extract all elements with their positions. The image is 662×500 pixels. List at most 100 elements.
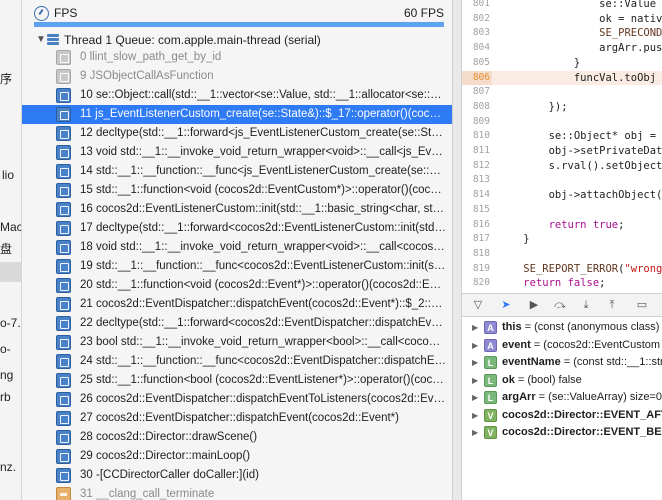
disclosure-triangle-icon[interactable]: ▶ bbox=[472, 389, 478, 406]
code-line[interactable]: 806 funcVal.toObj bbox=[462, 70, 662, 86]
stack-frame-row[interactable]: 0 llint_slow_path_get_by_id bbox=[22, 48, 452, 67]
disclosure-triangle-icon[interactable]: ▶ bbox=[472, 372, 478, 389]
code-line[interactable]: 802 ok = nativ bbox=[462, 12, 662, 27]
code-line[interactable]: 813 bbox=[462, 173, 662, 188]
stack-frame-row[interactable]: 12 decltype(std::__1::forward<js_EventLi… bbox=[22, 124, 452, 143]
variable-row[interactable]: ▶ Vcocos2d::Director::EVENT_AFTER_DRAW bbox=[462, 407, 662, 424]
code-line[interactable]: 803 SE_PRECOND bbox=[462, 26, 662, 41]
thread-row[interactable]: ▼ Thread 1 Queue: com.apple.main-thread … bbox=[22, 30, 452, 50]
stack-frame-icon bbox=[56, 50, 71, 65]
disclosure-triangle-icon[interactable]: ▶ bbox=[472, 337, 478, 354]
stack-frame-row[interactable]: 30 -[CCDirectorCaller doCaller:](id) bbox=[22, 466, 452, 485]
line-number: 812 bbox=[472, 159, 490, 171]
stack-frame-row[interactable]: 17 decltype(std::__1::forward<cocos2d::E… bbox=[22, 219, 452, 238]
stack-frame-icon bbox=[56, 373, 71, 388]
stack-frame-row[interactable]: 19 std::__1::__function::__func<cocos2d:… bbox=[22, 257, 452, 276]
stack-frame-row[interactable]: 18 void std::__1::__invoke_void_return_w… bbox=[22, 238, 452, 257]
sidebar-item-label: 盘 bbox=[0, 242, 13, 256]
stack-frame-row[interactable]: 31 __clang_call_terminate bbox=[22, 485, 452, 500]
code-line[interactable]: 805 } bbox=[462, 56, 662, 71]
sidebar-selected-row[interactable] bbox=[0, 262, 21, 282]
variable-kind-badge: V bbox=[484, 426, 497, 439]
view-hierarchy-icon[interactable]: ▭ bbox=[634, 298, 650, 312]
disclosure-triangle-icon[interactable]: ▶ bbox=[472, 407, 478, 424]
disclosure-triangle-icon[interactable]: ▶ bbox=[472, 354, 478, 371]
line-number: 808 bbox=[472, 100, 490, 112]
code-line[interactable]: 815 bbox=[462, 203, 662, 218]
variable-row[interactable]: ▶ Vcocos2d::Director::EVENT_BEFORE_DRAW bbox=[462, 424, 662, 441]
variable-row[interactable]: ▶ Athis = (const (anonymous class) *) bbox=[462, 319, 662, 336]
code-line[interactable]: 811 obj->setPrivateDat bbox=[462, 144, 662, 159]
stack-frame-row[interactable]: 11 js_EventListenerCustom_create(se::Sta… bbox=[22, 105, 452, 124]
code-line[interactable]: 819 SE_REPORT_ERROR("wrong bbox=[462, 262, 662, 277]
code-line[interactable]: 816 return true; bbox=[462, 218, 662, 233]
stack-frame-label: 14 std::__1::__function::__func<js_Event… bbox=[80, 165, 446, 177]
code-line[interactable]: 818 bbox=[462, 247, 662, 262]
variable-row[interactable]: ▶ LeventName = (const std::__1::string) bbox=[462, 354, 662, 371]
code-line[interactable]: 801 se::Value bbox=[462, 0, 662, 12]
variables-view: ▶ Athis = (const (anonymous class) *) ▶ Aev… bbox=[462, 317, 662, 500]
source-editor[interactable]: 801 se::Value 802 ok = nativ 803 SE_PRECON… bbox=[462, 0, 662, 293]
code-text: return true; bbox=[548, 218, 625, 231]
stack-frame-row[interactable]: 23 bool std::__1::__invoke_void_return_w… bbox=[22, 333, 452, 352]
stack-frame-label: 11 js_EventListenerCustom_create(se::Sta… bbox=[80, 108, 446, 120]
stack-frame-row[interactable]: 25 std::__1::function<bool (cocos2d::Eve… bbox=[22, 371, 452, 390]
panel-splitter[interactable] bbox=[452, 0, 462, 500]
stack-frame-row[interactable]: 14 std::__1::__function::__func<js_Event… bbox=[22, 162, 452, 181]
sidebar-item-label: lio bbox=[2, 168, 15, 182]
pause-continue-icon[interactable]: ▶ bbox=[526, 298, 542, 312]
code-line[interactable]: 814 obj->attachObject( bbox=[462, 188, 662, 203]
stack-frame-icon bbox=[56, 487, 71, 500]
disclosure-triangle-icon[interactable]: ▼ bbox=[36, 34, 46, 45]
line-number: 801 bbox=[472, 0, 490, 9]
stack-frame-icon bbox=[56, 468, 71, 483]
stack-frame-row[interactable]: 13 void std::__1::__invoke_void_return_w… bbox=[22, 143, 452, 162]
variable-name-text: cocos2d::Director::EVENT_BEFORE_DRAW bbox=[502, 426, 662, 438]
stack-frame-row[interactable]: 22 decltype(std::__1::forward<cocos2d::E… bbox=[22, 314, 452, 333]
stack-frame-row[interactable]: 20 std::__1::function<void (cocos2d::Eve… bbox=[22, 276, 452, 295]
stack-frame-row[interactable]: 26 cocos2d::EventDispatcher::dispatchEve… bbox=[22, 390, 452, 409]
stack-frame-icon bbox=[56, 88, 71, 103]
code-line[interactable]: 809 bbox=[462, 115, 662, 130]
stack-frame-row[interactable]: 9 JSObjectCallAsFunction bbox=[22, 67, 452, 86]
stack-frame-icon bbox=[56, 278, 71, 293]
fps-gauge-row[interactable]: FPS 60 FPS bbox=[22, 0, 452, 30]
code-line[interactable]: 817 } bbox=[462, 232, 662, 247]
sidebar-item-label: ng bbox=[0, 368, 14, 382]
variable-row[interactable]: ▶ Lok = (bool) false bbox=[462, 372, 662, 389]
step-over-icon[interactable]: ⤼ bbox=[552, 298, 568, 312]
variable-name-text: eventName bbox=[502, 356, 561, 368]
stack-frame-row[interactable]: 10 se::Object::call(std::__1::vector<se:… bbox=[22, 86, 452, 105]
code-line[interactable]: 810 se::Object* obj = bbox=[462, 129, 662, 144]
stack-frame-row[interactable]: 27 cocos2d::EventDispatcher::dispatchEve… bbox=[22, 409, 452, 428]
code-line[interactable]: 808 }); bbox=[462, 100, 662, 115]
variable-name-text: event bbox=[502, 338, 531, 351]
line-number: 816 bbox=[472, 218, 490, 230]
stack-frame-row[interactable]: 16 cocos2d::EventListenerCustom::init(st… bbox=[22, 200, 452, 219]
code-text: SE_REPORT_ERROR("wrong bbox=[523, 262, 662, 275]
step-out-icon[interactable]: ⤒ bbox=[604, 298, 620, 312]
variable-value: = (const std::__1::string) bbox=[563, 356, 662, 368]
code-line[interactable]: 804 argArr.pus bbox=[462, 41, 662, 56]
stack-frame-row[interactable]: 24 std::__1::__function::__func<cocos2d:… bbox=[22, 352, 452, 371]
variable-row[interactable]: ▶ LargArr = (se::ValueArray) size=0 bbox=[462, 389, 662, 406]
line-number: 811 bbox=[472, 145, 490, 156]
code-line[interactable]: 807 bbox=[462, 85, 662, 100]
step-into-icon[interactable]: ⤓ bbox=[578, 298, 594, 312]
stack-frame-row[interactable]: 21 cocos2d::EventDispatcher::dispatchEve… bbox=[22, 295, 452, 314]
stack-frame-label: 31 __clang_call_terminate bbox=[80, 488, 215, 500]
breakpoints-toggle-icon[interactable]: ➤ bbox=[498, 298, 514, 312]
hide-debug-area-icon[interactable]: ▽ bbox=[470, 298, 486, 312]
stack-frame-row[interactable]: 15 std::__1::function<void (cocos2d::Eve… bbox=[22, 181, 452, 200]
debug-bar: ▽ ➤ ▶ ⤼ ⤓ ⤒ ▭ bbox=[462, 293, 662, 317]
stack-frame-row[interactable]: 29 cocos2d::Director::mainLoop() bbox=[22, 447, 452, 466]
sidebar-item-label: nz. bbox=[0, 460, 17, 474]
stack-frame-row[interactable]: 28 cocos2d::Director::drawScene() bbox=[22, 428, 452, 447]
stack-frame-label: 10 se::Object::call(std::__1::vector<se:… bbox=[80, 89, 446, 101]
variable-row[interactable]: ▶ Aevent = (cocos2d::EventCustom *) bbox=[462, 337, 662, 354]
code-line[interactable]: 820 return false; bbox=[462, 276, 662, 291]
stack-frame-label: 9 JSObjectCallAsFunction bbox=[80, 70, 214, 82]
disclosure-triangle-icon[interactable]: ▶ bbox=[472, 424, 478, 441]
disclosure-triangle-icon[interactable]: ▶ bbox=[472, 319, 478, 336]
code-line[interactable]: 812 s.rval().setObject bbox=[462, 159, 662, 174]
